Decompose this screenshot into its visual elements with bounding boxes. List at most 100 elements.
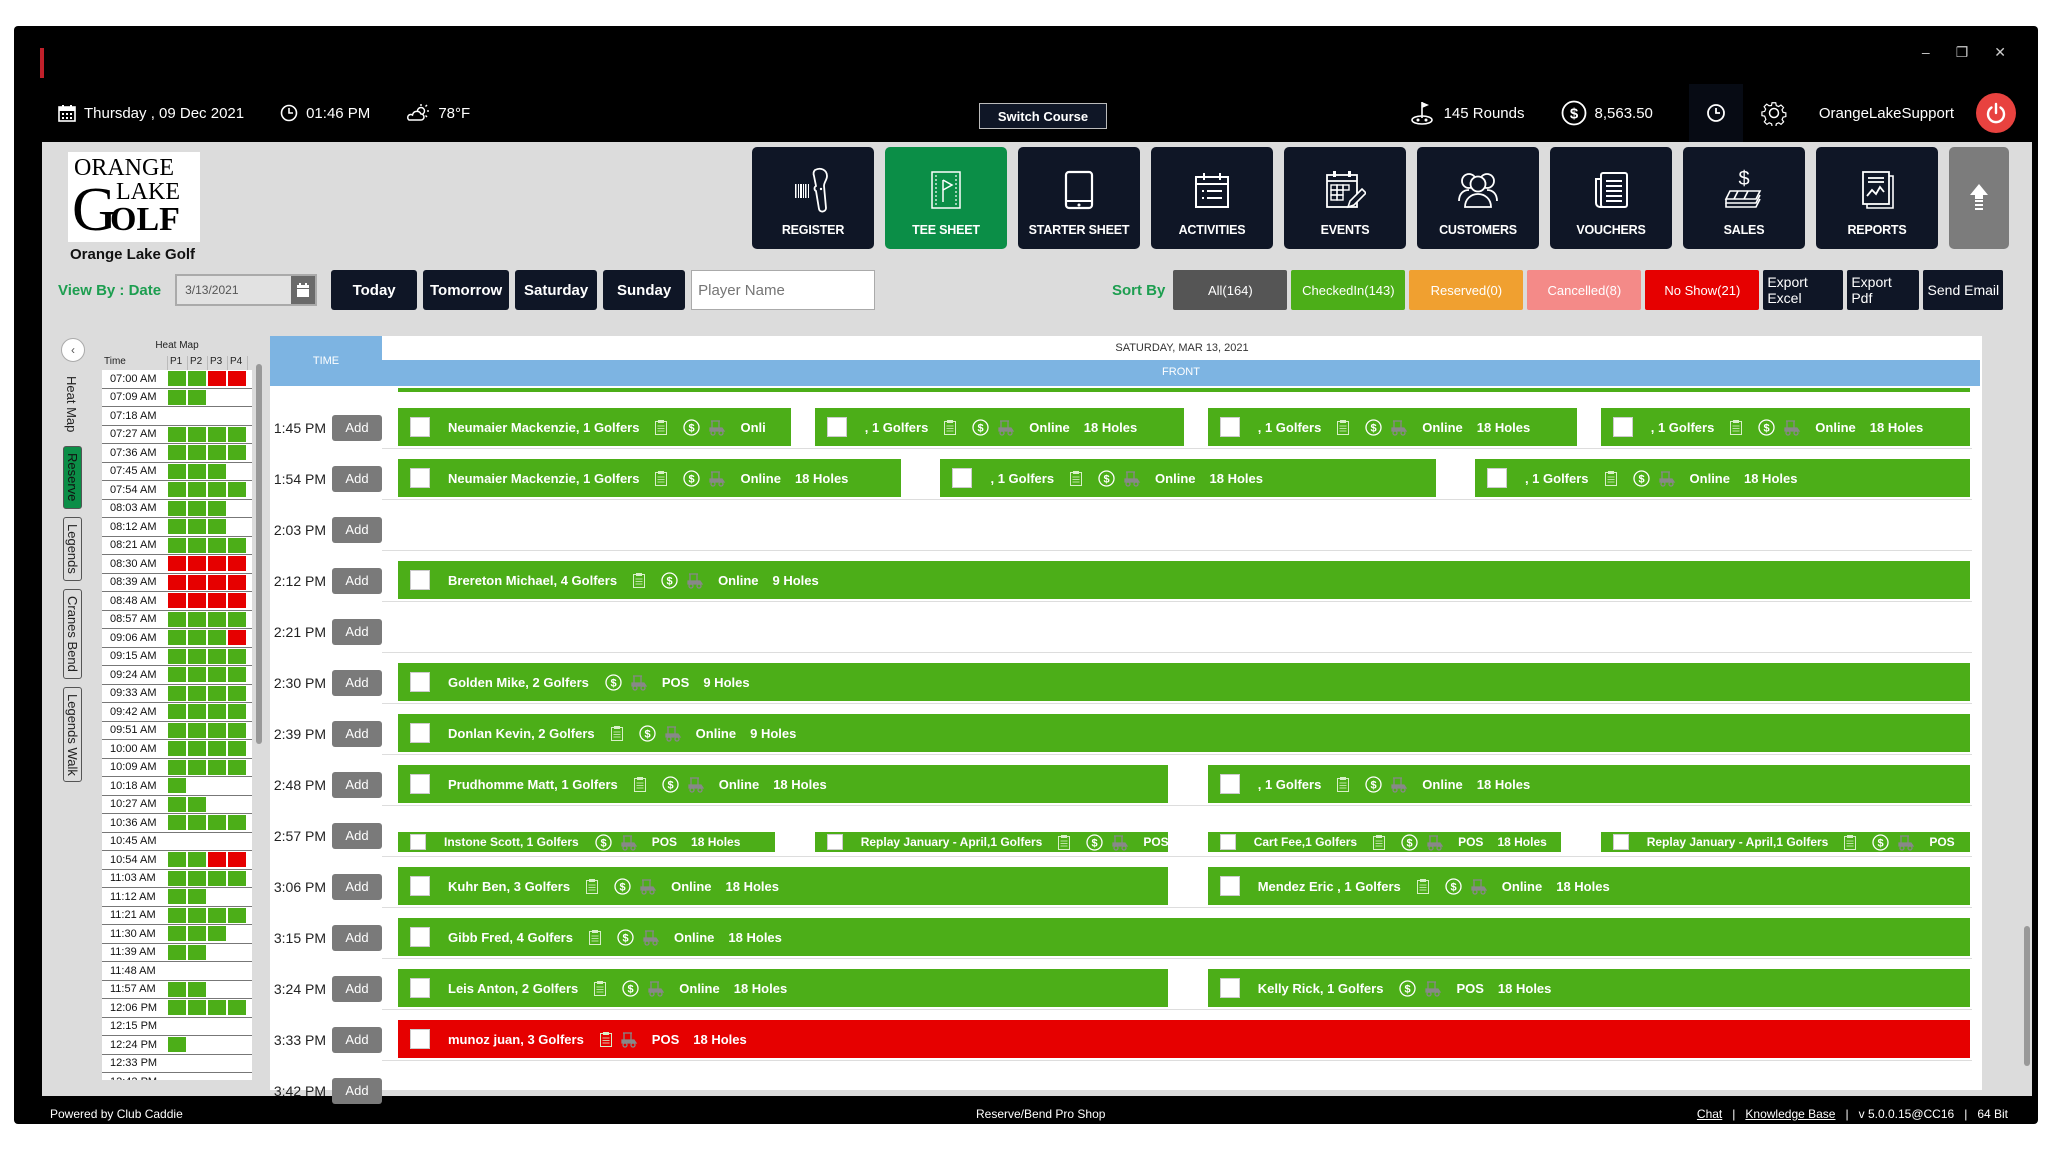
heat-map-row[interactable]: 12:33 PM	[102, 1054, 252, 1073]
export-pdf-button[interactable]: Export Pdf	[1847, 270, 1920, 310]
heat-map-row[interactable]: 08:21 AM	[102, 536, 252, 555]
booking-card[interactable]: Golden Mike, 2 Golfers $ POS 9 Holes	[398, 663, 1970, 701]
booking-card[interactable]: , 1 Golfers $ Online 18 Holes	[1600, 408, 1970, 446]
history-button[interactable]	[1688, 84, 1743, 142]
booking-card[interactable]: munoz juan, 3 Golfers POS 18 Holes	[398, 1020, 1970, 1058]
heat-map-row[interactable]: 11:57 AM	[102, 980, 252, 999]
minimize-button[interactable]: –	[1922, 44, 1930, 61]
tee-slot-row[interactable]	[382, 500, 1972, 551]
notes-indicator[interactable]	[655, 419, 668, 435]
notes-indicator[interactable]	[633, 572, 646, 588]
notes-indicator[interactable]	[1373, 834, 1386, 850]
notes-indicator[interactable]	[599, 1031, 612, 1047]
booking-card[interactable]: Kelly Rick, 1 Golfers $ POS 18 Holes	[1207, 969, 1970, 1007]
heat-map-row[interactable]: 09:15 AM	[102, 647, 252, 666]
booking-card[interactable]: Replay January - April,1 Golfers $ POS	[814, 832, 1169, 852]
heat-map-row[interactable]: 10:45 AM	[102, 832, 252, 851]
player-name-input[interactable]	[691, 270, 876, 310]
add-booking-button[interactable]: Add	[332, 516, 382, 543]
heat-map-row[interactable]: 11:30 AM	[102, 925, 252, 944]
notes-indicator[interactable]	[1070, 470, 1083, 486]
add-booking-button[interactable]: Add	[332, 822, 382, 849]
filter-checkedin-button[interactable]: CheckedIn(143)	[1291, 270, 1406, 310]
knowledge-base-link[interactable]: Knowledge Base	[1745, 1107, 1835, 1121]
heat-map-row[interactable]: 10:36 AM	[102, 814, 252, 833]
calendar-picker-button[interactable]	[291, 276, 316, 304]
nav-vouchers[interactable]: VOUCHERS	[1550, 147, 1672, 249]
heat-map-row[interactable]: 12:15 PM	[102, 1017, 252, 1036]
heat-map-row[interactable]: 11:48 AM	[102, 962, 252, 981]
tab-cranes-bend[interactable]: Cranes Bend	[63, 588, 82, 679]
date-picker[interactable]: 3/13/2021	[175, 274, 318, 306]
filter-cancelled-button[interactable]: Cancelled(8)	[1527, 270, 1642, 310]
booking-checkbox[interactable]	[410, 876, 430, 896]
tee-slot-row[interactable]: Neumaier Mackenzie, 1 Golfers $ Online 18 H…	[382, 449, 1972, 500]
booking-checkbox[interactable]	[410, 468, 430, 488]
booking-checkbox[interactable]	[1486, 468, 1507, 488]
notes-indicator[interactable]	[655, 470, 668, 486]
export-excel-button[interactable]: Export Excel	[1763, 270, 1844, 310]
heat-map-row[interactable]: 07:18 AM	[102, 407, 252, 426]
sunday-button[interactable]: Sunday	[603, 270, 686, 310]
heat-map-row[interactable]: 07:27 AM	[102, 425, 252, 444]
heat-map-row[interactable]: 10:09 AM	[102, 758, 252, 777]
booking-checkbox[interactable]	[1612, 417, 1633, 437]
tee-sheet-scrollbar[interactable]	[2024, 926, 2030, 1066]
booking-card[interactable]: Instone Scott, 1 Golfers $ POS 18 Holes	[398, 832, 776, 852]
tee-slot-row[interactable]: Leis Anton, 2 Golfers $ Online 18 Holes Kell…	[382, 959, 1972, 1010]
heat-map-row[interactable]: 09:06 AM	[102, 629, 252, 648]
filter-noshow-button[interactable]: No Show(21)	[1645, 270, 1760, 310]
heat-map-row[interactable]: 09:24 AM	[102, 666, 252, 685]
booking-card[interactable]: Prudhomme Matt, 1 Golfers $ Online 18 Holes	[398, 765, 1169, 803]
booking-card[interactable]: Mendez Eric , 1 Golfers $ Online 18 Holes	[1207, 867, 1970, 905]
booking-card[interactable]: , 1 Golfers $ Online 18 Holes	[1474, 459, 1970, 497]
booking-card[interactable]: , 1 Golfers $ Online 18 Holes	[1207, 765, 1970, 803]
nav-customers[interactable]: CUSTOMERS	[1417, 147, 1539, 249]
nav-reports[interactable]: REPORTS	[1816, 147, 1938, 249]
heat-map-row[interactable]: 08:48 AM	[102, 592, 252, 611]
booking-checkbox[interactable]	[826, 417, 847, 437]
add-booking-button[interactable]: Add	[332, 873, 382, 900]
heat-map-row[interactable]: 09:42 AM	[102, 703, 252, 722]
notes-indicator[interactable]	[1337, 419, 1350, 435]
booking-card[interactable]: Cart Fee,1 Golfers $ POS 18 Holes	[1207, 832, 1562, 852]
booking-checkbox[interactable]	[410, 927, 430, 947]
nav-activities[interactable]: ACTIVITIES	[1151, 147, 1273, 249]
heat-map-row[interactable]: 12:42 PM	[102, 1073, 252, 1080]
heat-map-row[interactable]: 08:39 AM	[102, 573, 252, 592]
booking-checkbox[interactable]	[1612, 834, 1629, 850]
booking-checkbox[interactable]	[410, 723, 430, 743]
tab-legends[interactable]: Legends	[63, 516, 82, 581]
heat-map-row[interactable]: 07:00 AM	[102, 370, 252, 389]
tab-legends-walk[interactable]: Legends Walk	[63, 686, 82, 783]
booking-card[interactable]: Neumaier Mackenzie, 1 Golfers $ Onli	[398, 408, 791, 446]
booking-checkbox[interactable]	[410, 978, 430, 998]
heat-map-row[interactable]: 12:06 PM	[102, 999, 252, 1018]
booking-checkbox[interactable]	[1219, 978, 1240, 998]
notes-indicator[interactable]	[633, 776, 646, 792]
collapse-panel-button[interactable]: ‹	[61, 338, 85, 362]
settings-button[interactable]	[1761, 100, 1787, 126]
notes-indicator[interactable]	[1337, 776, 1350, 792]
booking-card[interactable]: , 1 Golfers $ Online 18 Holes	[1207, 408, 1577, 446]
heat-map-row[interactable]: 08:30 AM	[102, 555, 252, 574]
logout-button[interactable]	[1976, 93, 2016, 133]
chat-link[interactable]: Chat	[1697, 1107, 1722, 1121]
heat-map-row[interactable]: 07:09 AM	[102, 388, 252, 407]
add-booking-button[interactable]: Add	[332, 618, 382, 645]
nav-sales[interactable]: $ SALES	[1683, 147, 1805, 249]
heat-map-row[interactable]: 07:45 AM	[102, 462, 252, 481]
booking-checkbox[interactable]	[410, 570, 430, 590]
add-booking-button[interactable]: Add	[332, 924, 382, 951]
nav-starter-sheet[interactable]: STARTER SHEET	[1018, 147, 1140, 249]
booking-card[interactable]: Gibb Fred, 4 Golfers $ Online 18 Holes	[398, 918, 1970, 956]
switch-course-button[interactable]: Switch Course	[979, 103, 1107, 129]
heat-map-row[interactable]: 11:03 AM	[102, 869, 252, 888]
booking-checkbox[interactable]	[410, 834, 426, 850]
heat-map-row[interactable]: 07:36 AM	[102, 444, 252, 463]
tee-slot-row[interactable]: Golden Mike, 2 Golfers $ POS 9 Holes	[382, 653, 1972, 704]
booking-checkbox[interactable]	[410, 672, 430, 692]
tee-slot-row[interactable]: Neumaier Mackenzie, 1 Golfers $ Onli , 1 Go…	[382, 398, 1972, 449]
heat-map-row[interactable]: 10:27 AM	[102, 795, 252, 814]
saturday-button[interactable]: Saturday	[515, 270, 598, 310]
